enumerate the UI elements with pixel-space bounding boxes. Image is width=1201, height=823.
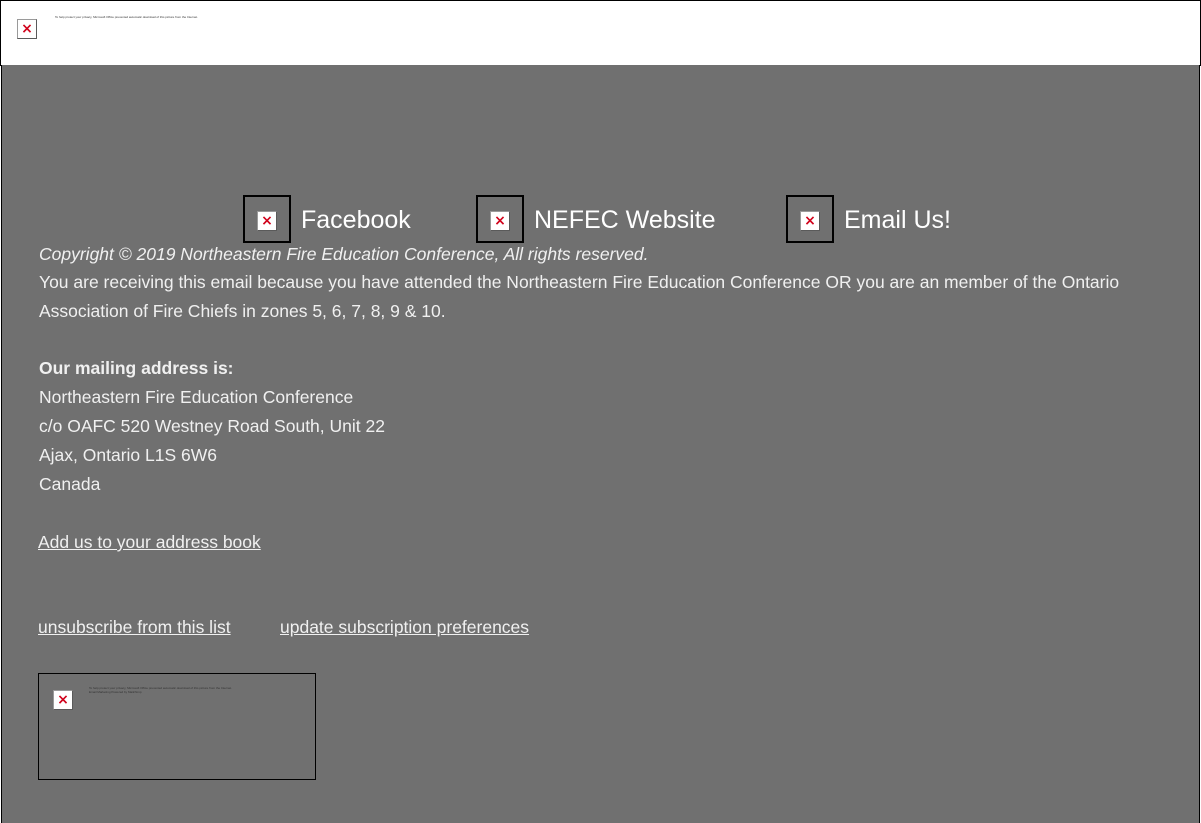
broken-image-icon: × (490, 211, 510, 231)
email-image-placeholder: × (786, 195, 834, 243)
address-line: Canada (39, 474, 101, 494)
email-footer: × Facebook × NEFEC Website × Email Us! C… (1, 65, 1200, 823)
broken-image-icon: × (17, 19, 37, 39)
address-line: c/o OAFC 520 Westney Road South, Unit 22 (39, 416, 385, 436)
email-page: × To help protect your privacy, Microsof… (0, 0, 1201, 823)
mailing-address: Northeastern Fire Education Conference c… (39, 383, 385, 499)
badge-alt-text: Email Marketing Powered by Mailchimp (89, 690, 142, 694)
subscription-notice: You are receiving this email because you… (39, 272, 1120, 321)
facebook-image-placeholder: × (243, 195, 291, 243)
header-image-alt-text: To help protect your privacy, Microsoft … (55, 15, 198, 19)
copyright-text: Copyright © 2019 Northeastern Fire Educa… (39, 244, 649, 264)
header-image-placeholder: × To help protect your privacy, Microsof… (0, 0, 1201, 66)
broken-image-icon: × (257, 211, 277, 231)
address-line: Ajax, Ontario L1S 6W6 (39, 445, 217, 465)
nefec-website-link-label: NEFEC Website (534, 206, 716, 234)
address-line: Northeastern Fire Education Conference (39, 387, 354, 407)
email-us-link-label: Email Us! (844, 206, 951, 234)
facebook-link-label: Facebook (301, 206, 411, 234)
social-links-row: × Facebook × NEFEC Website × Email Us! (2, 195, 1201, 243)
unsubscribe-link[interactable]: unsubscribe from this list (38, 613, 231, 642)
add-to-address-book-link[interactable]: Add us to your address book (38, 528, 261, 557)
facebook-link[interactable]: × Facebook (243, 195, 433, 243)
nefec-website-link[interactable]: × NEFEC Website (476, 195, 746, 243)
broken-image-icon: × (800, 211, 820, 231)
website-image-placeholder: × (476, 195, 524, 243)
update-preferences-link[interactable]: update subscription preferences (280, 613, 529, 642)
email-us-link[interactable]: × Email Us! (786, 195, 976, 243)
mailing-address-heading: Our mailing address is: (39, 358, 234, 378)
broken-image-icon: × (53, 690, 73, 710)
mailchimp-badge-placeholder[interactable]: × To help protect your privacy, Microsof… (38, 673, 316, 780)
